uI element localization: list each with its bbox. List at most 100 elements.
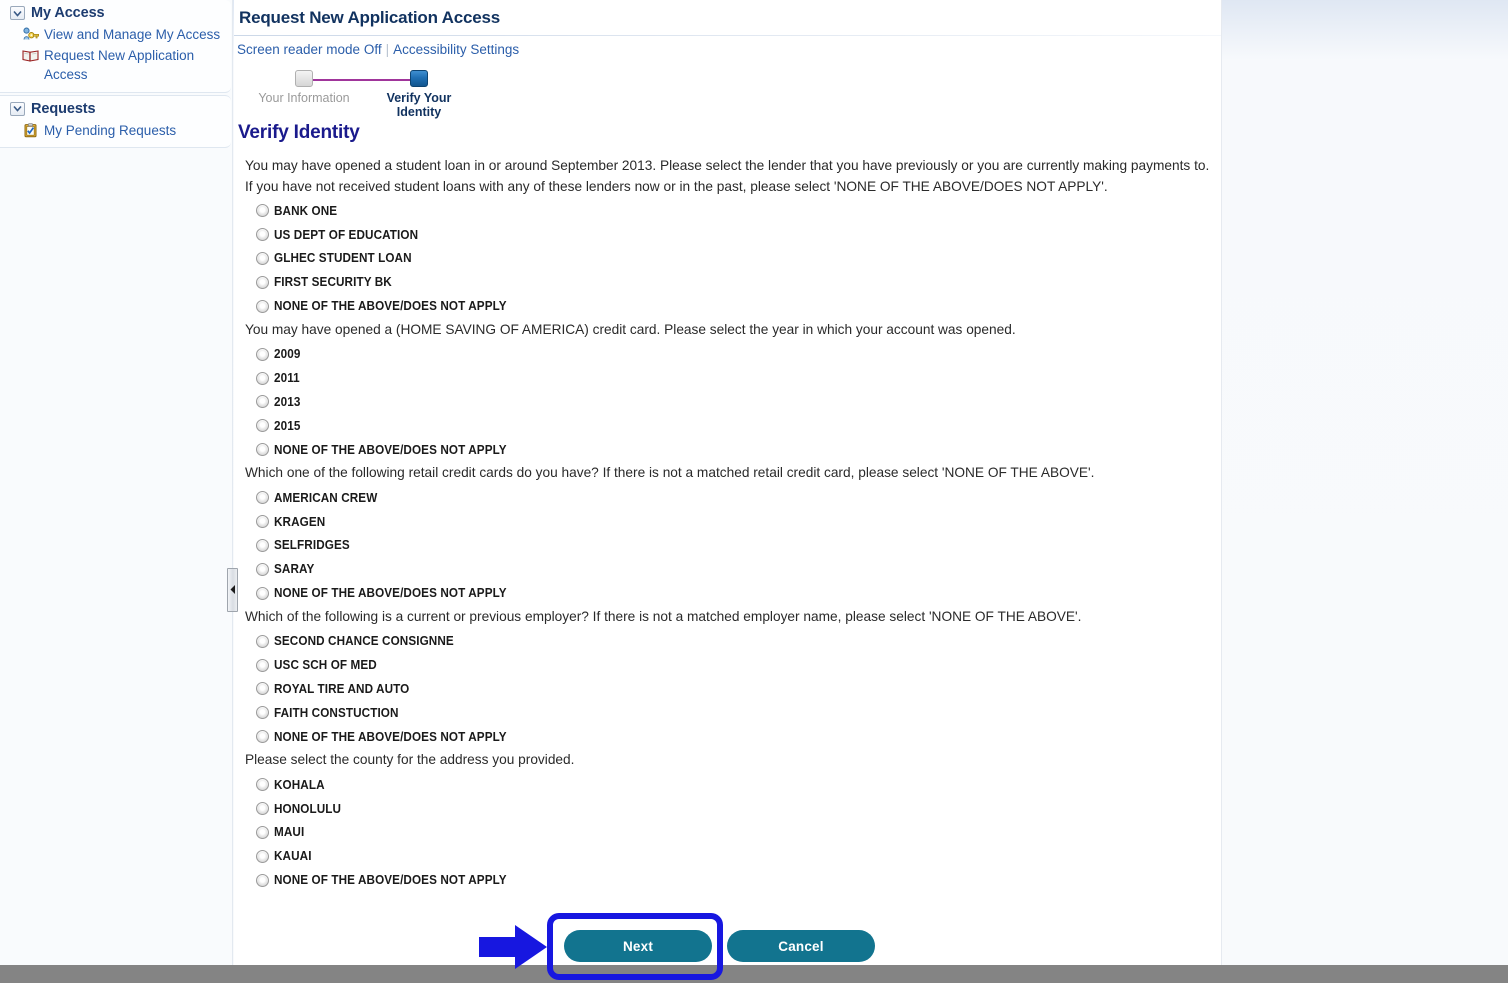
wizard-step-your-information[interactable]: Your Information: [249, 66, 359, 105]
question-text: Please select the county for the address…: [245, 752, 575, 768]
radio-option[interactable]: NONE OF THE ABOVE/DOES NOT APPLY: [256, 868, 1213, 892]
nav-group-header-my-access[interactable]: My Access: [0, 0, 231, 25]
radio-button-icon[interactable]: [256, 395, 269, 409]
radio-option[interactable]: 2015: [256, 414, 1213, 438]
screen-reader-mode-link[interactable]: Screen reader mode Off: [237, 42, 382, 57]
radio-button-icon[interactable]: [256, 562, 269, 576]
sidebar-item-request-new-application-access[interactable]: Request New Application Access: [22, 46, 231, 85]
radio-option[interactable]: NONE OF THE ABOVE/DOES NOT APPLY: [256, 725, 1213, 749]
radio-option[interactable]: MAUI: [256, 821, 1213, 845]
radio-option-label: USC SCH OF MED: [274, 658, 377, 673]
radio-option[interactable]: US DEPT OF EDUCATION: [256, 223, 1213, 247]
radio-option[interactable]: AMERICAN CREW: [256, 486, 1213, 510]
radio-button-icon[interactable]: [256, 491, 269, 505]
nav-group-requests: Requests My Pending Requests: [0, 94, 231, 148]
cancel-button[interactable]: Cancel: [727, 930, 875, 962]
radio-button-icon[interactable]: [256, 251, 269, 265]
sidebar-item-label: My Pending Requests: [44, 122, 177, 138]
radio-button-icon[interactable]: [256, 706, 269, 720]
radio-option[interactable]: KOHALA: [256, 773, 1213, 797]
radio-option[interactable]: KRAGEN: [256, 510, 1213, 534]
radio-button-icon[interactable]: [256, 825, 269, 839]
radio-button-icon[interactable]: [256, 299, 269, 313]
radio-option-label: SARAY: [274, 562, 315, 577]
radio-option-label: AMERICAN CREW: [274, 490, 378, 505]
radio-button-icon[interactable]: [256, 371, 269, 385]
radio-option[interactable]: NONE OF THE ABOVE/DOES NOT APPLY: [256, 581, 1213, 605]
left-navigation-sidebar: My Access View and Manage My Access Requ…: [0, 0, 233, 965]
radio-option[interactable]: ROYAL TIRE AND AUTO: [256, 677, 1213, 701]
application-page: My Access View and Manage My Access Requ…: [0, 0, 1508, 983]
sidebar-item-my-pending-requests[interactable]: My Pending Requests: [22, 121, 231, 141]
question-text: You may have opened a student loan in or…: [245, 158, 1210, 194]
main-content-panel: Request New Application Access Screen re…: [234, 0, 1222, 965]
nav-group-title: Requests: [31, 100, 96, 117]
radio-option[interactable]: HONOLULU: [256, 797, 1213, 821]
sidebar-item-view-and-manage-my-access[interactable]: View and Manage My Access: [22, 25, 231, 45]
radio-button-icon[interactable]: [256, 682, 269, 696]
radio-button-icon[interactable]: [256, 538, 269, 552]
radio-button-icon[interactable]: [256, 873, 269, 887]
radio-option[interactable]: FIRST SECURITY BK: [256, 270, 1213, 294]
wizard-step-verify-your-identity[interactable]: Verify Your Identity: [364, 66, 474, 119]
radio-option-label: KRAGEN: [274, 514, 326, 529]
question-block: You may have opened a (HOME SAVING OF AM…: [245, 320, 1213, 461]
radio-option-label: NONE OF THE ABOVE/DOES NOT APPLY: [274, 586, 507, 601]
chevron-down-icon[interactable]: [10, 101, 25, 116]
radio-option-label: NONE OF THE ABOVE/DOES NOT APPLY: [274, 299, 507, 314]
radio-option[interactable]: BANK ONE: [256, 199, 1213, 223]
radio-button-icon[interactable]: [256, 228, 269, 242]
radio-option[interactable]: SECOND CHANCE CONSIGNNE: [256, 629, 1213, 653]
radio-option[interactable]: SARAY: [256, 557, 1213, 581]
radio-option-label: KAUAI: [274, 849, 312, 864]
radio-button-icon[interactable]: [256, 347, 269, 361]
chevron-down-icon[interactable]: [10, 6, 25, 20]
sidebar-item-label: Request New Application Access: [44, 47, 195, 83]
key-person-icon: [22, 27, 40, 42]
radio-option-label: KOHALA: [274, 777, 325, 792]
open-book-icon: [22, 48, 39, 63]
radio-option-label: FAITH CONSTUCTION: [274, 705, 399, 720]
radio-option[interactable]: KAUAI: [256, 844, 1213, 868]
radio-option[interactable]: GLHEC STUDENT LOAN: [256, 247, 1213, 271]
radio-button-icon[interactable]: [256, 730, 269, 744]
identity-verification-form: You may have opened a student loan in or…: [234, 144, 1221, 892]
radio-option[interactable]: SELFRIDGES: [256, 534, 1213, 558]
sidebar-collapse-handle[interactable]: [227, 568, 238, 612]
page-title: Request New Application Access: [239, 8, 501, 27]
radio-option[interactable]: NONE OF THE ABOVE/DOES NOT APPLY: [256, 438, 1213, 462]
radio-option[interactable]: 2011: [256, 366, 1213, 390]
radio-button-icon[interactable]: [256, 586, 269, 600]
radio-button-icon[interactable]: [256, 515, 269, 529]
radio-button-icon[interactable]: [256, 419, 269, 433]
radio-option-label: 2013: [274, 394, 301, 409]
radio-button-icon[interactable]: [256, 443, 269, 457]
question-block: Please select the county for the address…: [245, 750, 1213, 891]
radio-option-label: ROYAL TIRE AND AUTO: [274, 681, 410, 696]
radio-option[interactable]: NONE OF THE ABOVE/DOES NOT APPLY: [256, 294, 1213, 318]
radio-option[interactable]: FAITH CONSTUCTION: [256, 701, 1213, 725]
question-block: Which one of the following retail credit…: [245, 463, 1213, 604]
next-button[interactable]: Next: [564, 930, 712, 962]
radio-button-icon[interactable]: [256, 204, 269, 218]
radio-button-icon[interactable]: [256, 634, 269, 648]
radio-option-label: 2011: [274, 371, 300, 386]
radio-option-label: US DEPT OF EDUCATION: [274, 227, 419, 242]
step-marker-inactive[interactable]: [295, 70, 313, 87]
step-marker-active[interactable]: [410, 70, 428, 87]
radio-button-icon[interactable]: [256, 802, 269, 816]
radio-option[interactable]: 2013: [256, 390, 1213, 414]
radio-option-label: NONE OF THE ABOVE/DOES NOT APPLY: [274, 442, 507, 457]
radio-option[interactable]: USC SCH OF MED: [256, 653, 1213, 677]
radio-button-icon[interactable]: [256, 849, 269, 863]
accessibility-settings-link[interactable]: Accessibility Settings: [393, 42, 519, 57]
question-text: Which of the following is a current or p…: [245, 608, 1082, 624]
link-separator: |: [385, 42, 390, 57]
radio-option-label: 2009: [274, 347, 301, 362]
radio-button-icon[interactable]: [256, 275, 269, 289]
radio-button-icon[interactable]: [256, 778, 269, 792]
radio-option[interactable]: 2009: [256, 342, 1213, 366]
radio-button-icon[interactable]: [256, 658, 269, 672]
nav-group-my-access: My Access View and Manage My Access Requ…: [0, 0, 231, 93]
nav-group-header-requests[interactable]: Requests: [0, 96, 231, 121]
